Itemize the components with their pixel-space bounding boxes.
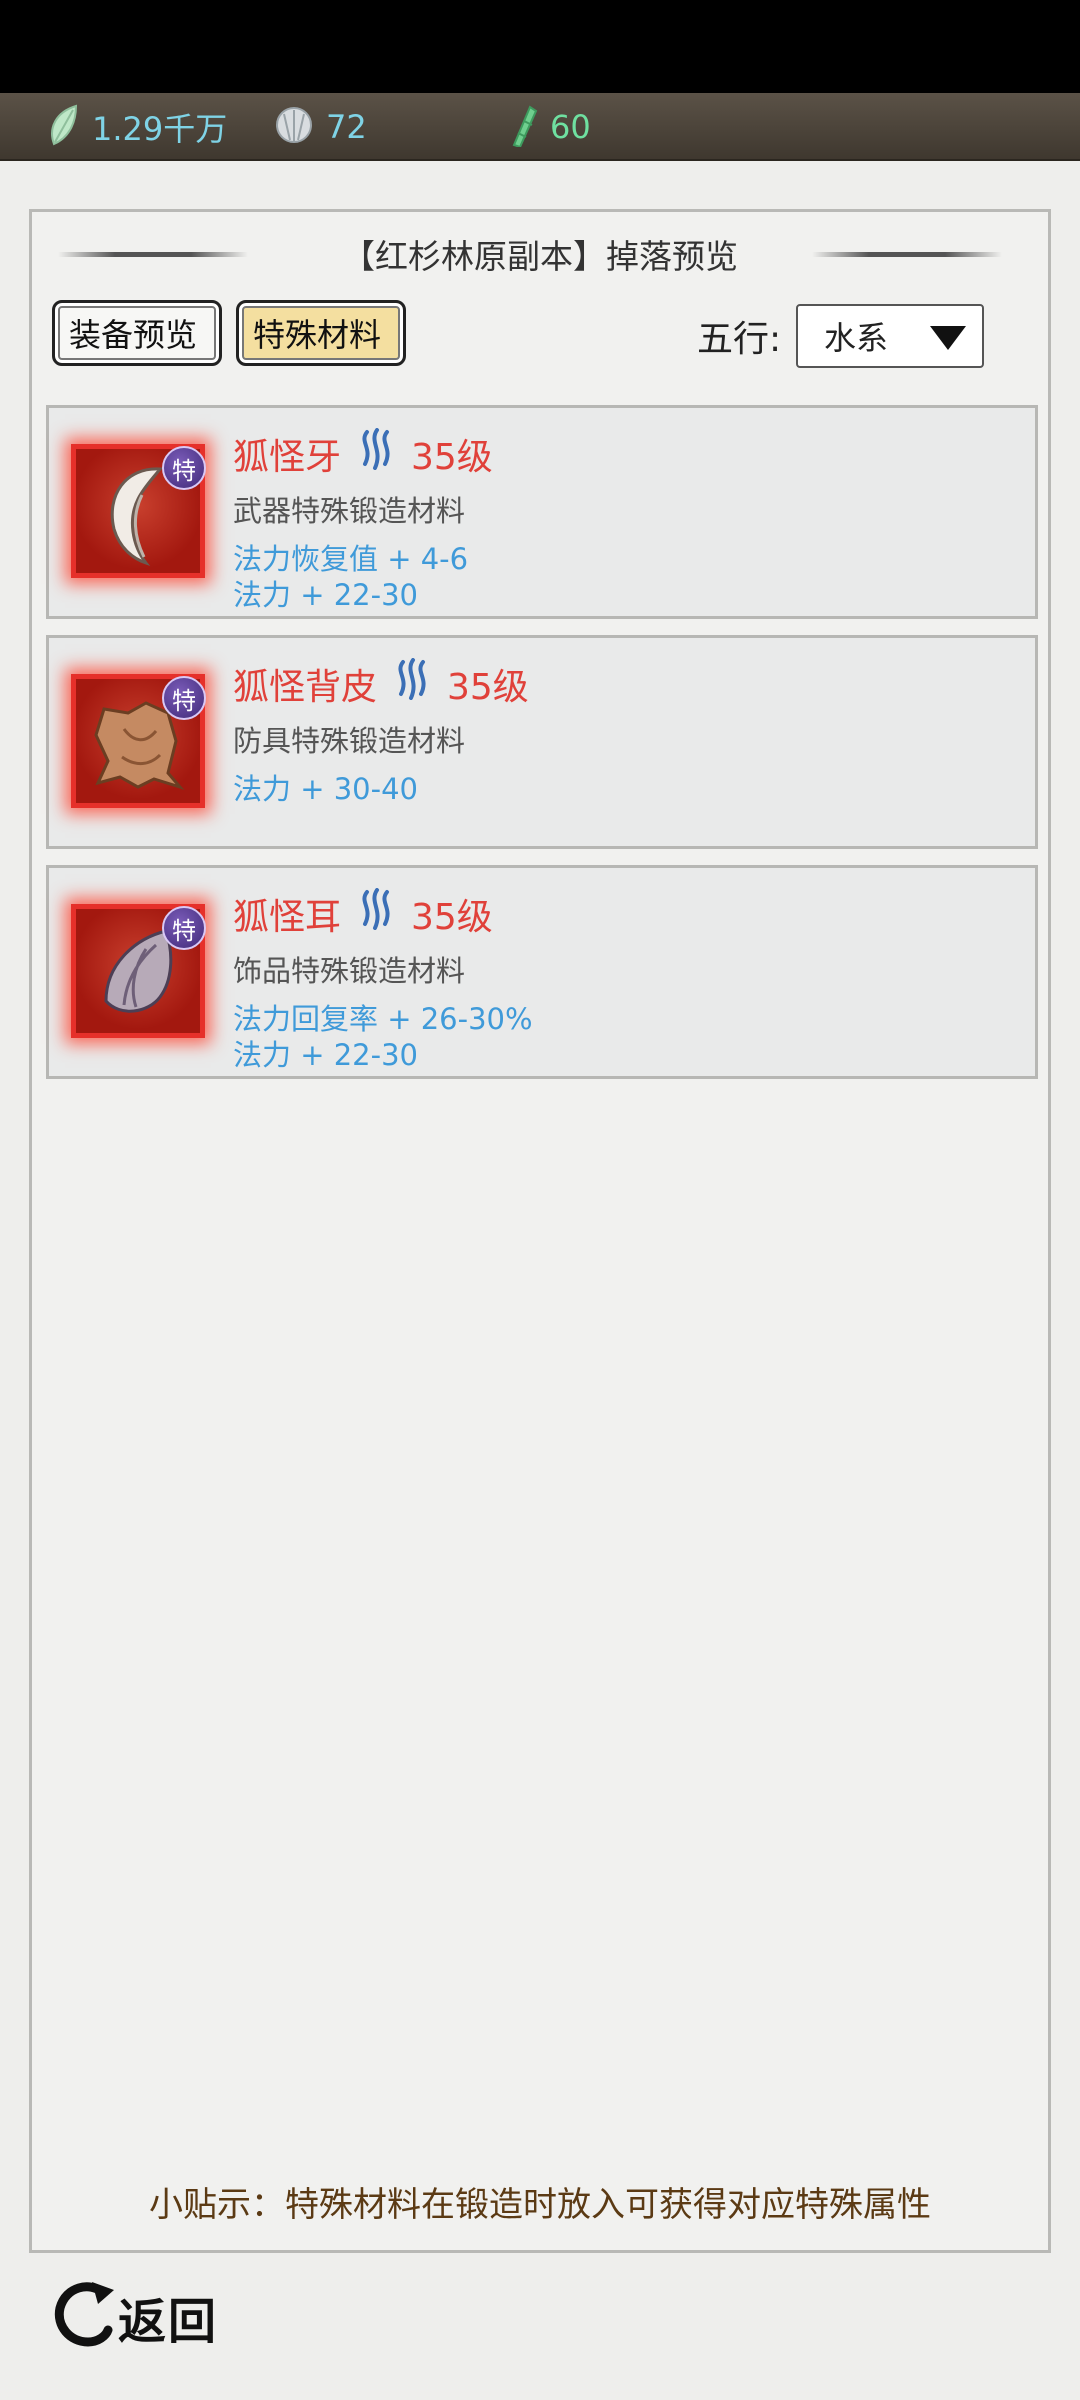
- bamboo-value: 60: [550, 108, 591, 146]
- back-label: 返回: [118, 2294, 219, 2350]
- back-button[interactable]: 返回: [52, 2278, 232, 2350]
- resource-jade: 1.29千万: [46, 93, 227, 161]
- item-desc: 武器特殊锻造材料: [233, 494, 466, 528]
- tip-text: 小贴示：特殊材料在锻造时放入可获得对应特殊属性: [149, 2185, 931, 2225]
- item-name: 狐怪耳: [233, 897, 342, 938]
- item-card[interactable]: 特 狐怪耳 35级 饰品特殊锻造材料 法力回复率 + 26-30% 法力 + 2…: [46, 865, 1038, 1079]
- resource-bamboo: 60: [508, 93, 591, 161]
- tab-special-materials[interactable]: 特殊材料: [236, 300, 406, 366]
- wuxing-select[interactable]: 水系: [796, 304, 984, 368]
- item-stat: 法力 + 22-30: [233, 578, 419, 612]
- item-stat: 法力 + 30-40: [233, 772, 419, 806]
- jade-value: 1.29千万: [92, 110, 228, 148]
- panel-title: 【红杉林原副本】掉落预览: [342, 237, 738, 276]
- item-stat: 法力 + 22-30: [233, 1038, 419, 1072]
- water-element-icon: [357, 888, 397, 930]
- jade-leaf-icon: [46, 104, 80, 150]
- item-desc: 饰品特殊锻造材料: [233, 954, 466, 988]
- drop-preview-panel: 【红杉林原副本】掉落预览 装备预览 特殊材料 五行: 水系 特 狐怪牙 35级 …: [29, 209, 1051, 2253]
- item-card[interactable]: 特 狐怪牙 35级 武器特殊锻造材料 法力恢复值 + 4-6 法力 + 22-3…: [46, 405, 1038, 619]
- item-level: 35级: [411, 897, 493, 938]
- item-level: 35级: [447, 667, 529, 708]
- resource-bar: 1.29千万 72 60: [0, 93, 1080, 161]
- wuxing-selected-value: 水系: [824, 319, 889, 357]
- water-element-icon: [357, 428, 397, 470]
- status-bar: [0, 0, 1080, 93]
- item-level: 35级: [411, 437, 493, 478]
- shell-icon: [274, 105, 314, 149]
- special-badge: 特: [162, 906, 206, 950]
- dropdown-arrow-icon: [930, 326, 966, 350]
- shell-value: 72: [326, 108, 367, 146]
- back-arrow-icon: [52, 2278, 118, 2348]
- water-element-icon: [393, 658, 433, 700]
- special-badge: 特: [162, 676, 206, 720]
- item-card[interactable]: 特 狐怪背皮 35级 防具特殊锻造材料 法力 + 30-40: [46, 635, 1038, 849]
- tab-equipment-preview[interactable]: 装备预览: [52, 300, 222, 366]
- bamboo-icon: [508, 103, 538, 151]
- resource-shell: 72: [274, 93, 367, 161]
- item-name: 狐怪牙: [233, 437, 342, 478]
- wuxing-label: 五行:: [697, 319, 782, 360]
- special-badge: 特: [162, 446, 206, 490]
- item-name: 狐怪背皮: [233, 667, 378, 708]
- item-desc: 防具特殊锻造材料: [233, 724, 466, 758]
